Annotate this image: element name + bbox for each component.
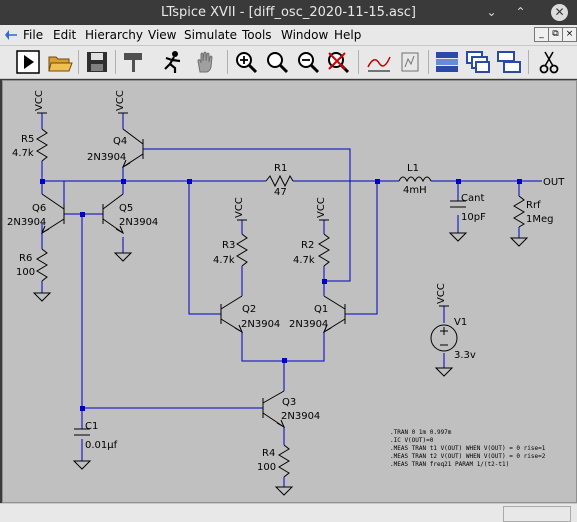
minimize-icon[interactable]: ⌄ xyxy=(483,4,500,21)
pan-icon[interactable] xyxy=(193,49,219,75)
menu-simulate[interactable]: Simulate xyxy=(184,28,237,42)
r5-ref: R5 xyxy=(21,134,34,145)
q5-model: 2N3904 xyxy=(119,217,158,228)
r4-ref: R4 xyxy=(262,448,275,459)
menu-help[interactable]: Help xyxy=(334,28,361,42)
autorange-icon[interactable] xyxy=(366,49,392,75)
q6-model: 2N3904 xyxy=(7,217,46,228)
r3-ref: R3 xyxy=(222,240,235,251)
q4-model: 2N3904 xyxy=(87,152,126,163)
junction-dots xyxy=(40,179,522,411)
l1-ref: L1 xyxy=(407,163,419,174)
menu-tools[interactable]: Tools xyxy=(242,28,272,42)
control-panel-icon[interactable] xyxy=(121,49,147,75)
net-label-out: OUT xyxy=(543,177,565,188)
tile-icon[interactable] xyxy=(496,49,522,75)
menu-edit[interactable]: Edit xyxy=(53,28,76,42)
menu-bar: File Edit Hierarchy View Simulate Tools … xyxy=(0,25,577,46)
mdi-minimize-icon[interactable]: _ xyxy=(534,27,549,42)
toolbar-separator xyxy=(227,50,228,74)
zoom-cancel-icon[interactable] xyxy=(325,49,351,75)
cant-ref: Cant xyxy=(461,193,484,204)
r1-value: 47 xyxy=(274,187,287,198)
q2-ref: Q2 xyxy=(242,304,256,315)
rrf-value: 1Meg xyxy=(526,214,554,225)
net-label-vcc: VCC xyxy=(34,90,45,111)
open-icon[interactable] xyxy=(47,49,73,75)
cascade-icon[interactable] xyxy=(465,49,491,75)
rrf-ref: Rrf xyxy=(526,200,541,211)
maximize-icon[interactable]: ⌃ xyxy=(512,4,529,21)
tile-horizontal-icon[interactable] xyxy=(434,49,460,75)
q3-model: 2N3904 xyxy=(281,411,320,422)
r1-ref: R1 xyxy=(274,163,287,174)
v1-value: 3.3v xyxy=(454,350,476,361)
close-icon[interactable]: ✕ xyxy=(551,4,568,21)
spice-directive[interactable]: .TRAN 0 1m 0.997m xyxy=(390,429,452,436)
cant-value: 10pF xyxy=(461,212,486,223)
toolbar xyxy=(0,46,577,79)
save-icon[interactable] xyxy=(84,49,110,75)
toolbar-separator xyxy=(428,50,429,74)
wires xyxy=(41,113,542,487)
r6-value: 100 xyxy=(16,267,35,278)
zoom-area-icon[interactable] xyxy=(264,49,290,75)
net-label-vcc: VCC xyxy=(316,197,327,218)
r3-value: 4.7k xyxy=(213,255,235,266)
q5-ref: Q5 xyxy=(119,203,133,214)
cut-icon[interactable] xyxy=(536,49,562,75)
net-label-vcc: VCC xyxy=(115,90,126,111)
menu-window[interactable]: Window xyxy=(281,28,328,42)
r2-value: 4.7k xyxy=(293,255,315,266)
toolbar-separator xyxy=(78,50,79,74)
schematic-canvas[interactable]: VCC VCC VCC VCC VCC OUT R5 4.7k Q4 2N390… xyxy=(2,80,577,503)
mdi-restore-icon[interactable]: ⧉ xyxy=(548,27,563,42)
r4-value: 100 xyxy=(257,462,276,473)
q6-ref: Q6 xyxy=(32,203,46,214)
toolbar-separator xyxy=(115,50,116,74)
menu-file[interactable]: File xyxy=(23,28,43,42)
q2-model: 2N3904 xyxy=(241,319,280,330)
spice-directive[interactable]: .IC V(OUT)=0 xyxy=(390,437,434,444)
q4-ref: Q4 xyxy=(113,136,127,147)
spice-directive[interactable]: .MEAS TRAN t1 V(OUT) WHEN V(OUT) = 0 ris… xyxy=(390,445,546,452)
q3-ref: Q3 xyxy=(282,397,296,408)
toolbar-separator xyxy=(528,50,529,74)
r5-value: 4.7k xyxy=(12,148,34,159)
net-label-vcc: VCC xyxy=(234,197,245,218)
q1-ref: Q1 xyxy=(314,304,328,315)
fft-icon[interactable] xyxy=(397,49,423,75)
status-bar xyxy=(0,503,577,522)
halt-icon[interactable] xyxy=(160,49,186,75)
ltspice-app-icon[interactable] xyxy=(3,27,19,43)
v1-ref: V1 xyxy=(454,317,467,328)
c1-value: 0.01µf xyxy=(85,440,118,451)
spice-directive[interactable]: .MEAS TRAN t2 V(OUT) WHEN V(OUT) = 0 ris… xyxy=(390,453,546,460)
toolbar-separator xyxy=(358,50,359,74)
net-label-vcc: VCC xyxy=(436,283,447,304)
menu-view[interactable]: View xyxy=(148,28,176,42)
status-cell xyxy=(503,506,571,522)
schematic-drawing[interactable]: VCC VCC VCC VCC VCC OUT R5 4.7k Q4 2N390… xyxy=(3,81,576,502)
run-icon[interactable] xyxy=(15,49,41,75)
r2-ref: R2 xyxy=(301,240,314,251)
zoom-in-icon[interactable] xyxy=(233,49,259,75)
l1-value: 4mH xyxy=(403,185,427,196)
spice-directive[interactable]: .MEAS TRAN freq21 PARAM 1/(t2-t1) xyxy=(390,461,509,468)
title-bar: LTspice XVII - [diff_osc_2020-11-15.asc]… xyxy=(0,0,577,25)
mdi-close-icon[interactable]: × xyxy=(562,27,577,42)
zoom-out-icon[interactable] xyxy=(295,49,321,75)
r6-ref: R6 xyxy=(19,253,32,264)
q1-model: 2N3904 xyxy=(289,319,328,330)
c1-ref: C1 xyxy=(85,421,98,432)
menu-hierarchy[interactable]: Hierarchy xyxy=(85,28,143,42)
